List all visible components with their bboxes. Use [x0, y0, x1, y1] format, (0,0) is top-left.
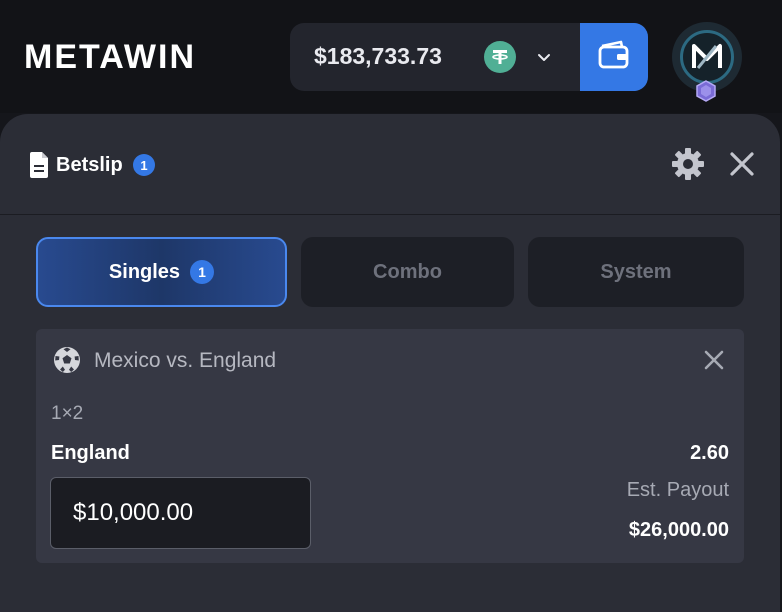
betslip-title: Betslip: [56, 154, 123, 176]
close-icon[interactable]: [728, 150, 756, 178]
soccer-ball-icon: [52, 345, 82, 375]
wallet-button[interactable]: [580, 23, 648, 91]
balance-selector[interactable]: $183,733.73: [290, 23, 648, 91]
document-icon: [28, 151, 50, 179]
balance-amount: $183,733.73: [314, 43, 442, 69]
tab-singles[interactable]: Singles 1: [36, 237, 287, 307]
tab-singles-badge: 1: [190, 260, 215, 284]
odds-value: 2.60: [690, 442, 729, 464]
chevron-down-icon[interactable]: [534, 47, 554, 67]
rank-gem-icon: [696, 80, 716, 102]
gear-icon[interactable]: [670, 146, 706, 182]
payout-label: Est. Payout: [626, 479, 729, 501]
wallet-icon: [597, 40, 631, 75]
bet-card: Mexico vs. England 1×2 England 2.60 Est.…: [36, 329, 744, 563]
match-name: Mexico vs. England: [94, 349, 277, 372]
selection-name: England: [51, 442, 130, 464]
tab-singles-label: Singles: [108, 260, 181, 283]
market-type: 1×2: [51, 403, 84, 424]
betslip-panel: Betslip 1 Singles 1 Combo System Mexico …: [0, 114, 780, 612]
tab-system-label: System: [600, 260, 672, 283]
remove-bet-close-icon[interactable]: [702, 348, 726, 372]
top-bar: METAWIN $183,733.73: [0, 0, 782, 113]
tether-icon: [484, 41, 516, 73]
metawin-avatar-icon: [680, 30, 734, 84]
stake-input[interactable]: [50, 477, 311, 549]
payout-value: $26,000.00: [628, 519, 729, 541]
metawin-logo[interactable]: METAWIN: [24, 38, 196, 77]
betslip-header: Betslip 1: [0, 114, 780, 215]
tab-system[interactable]: System: [528, 237, 744, 307]
betslip-count-badge: 1: [133, 154, 155, 176]
tab-combo-label: Combo: [373, 260, 442, 283]
tab-combo[interactable]: Combo: [301, 237, 514, 307]
